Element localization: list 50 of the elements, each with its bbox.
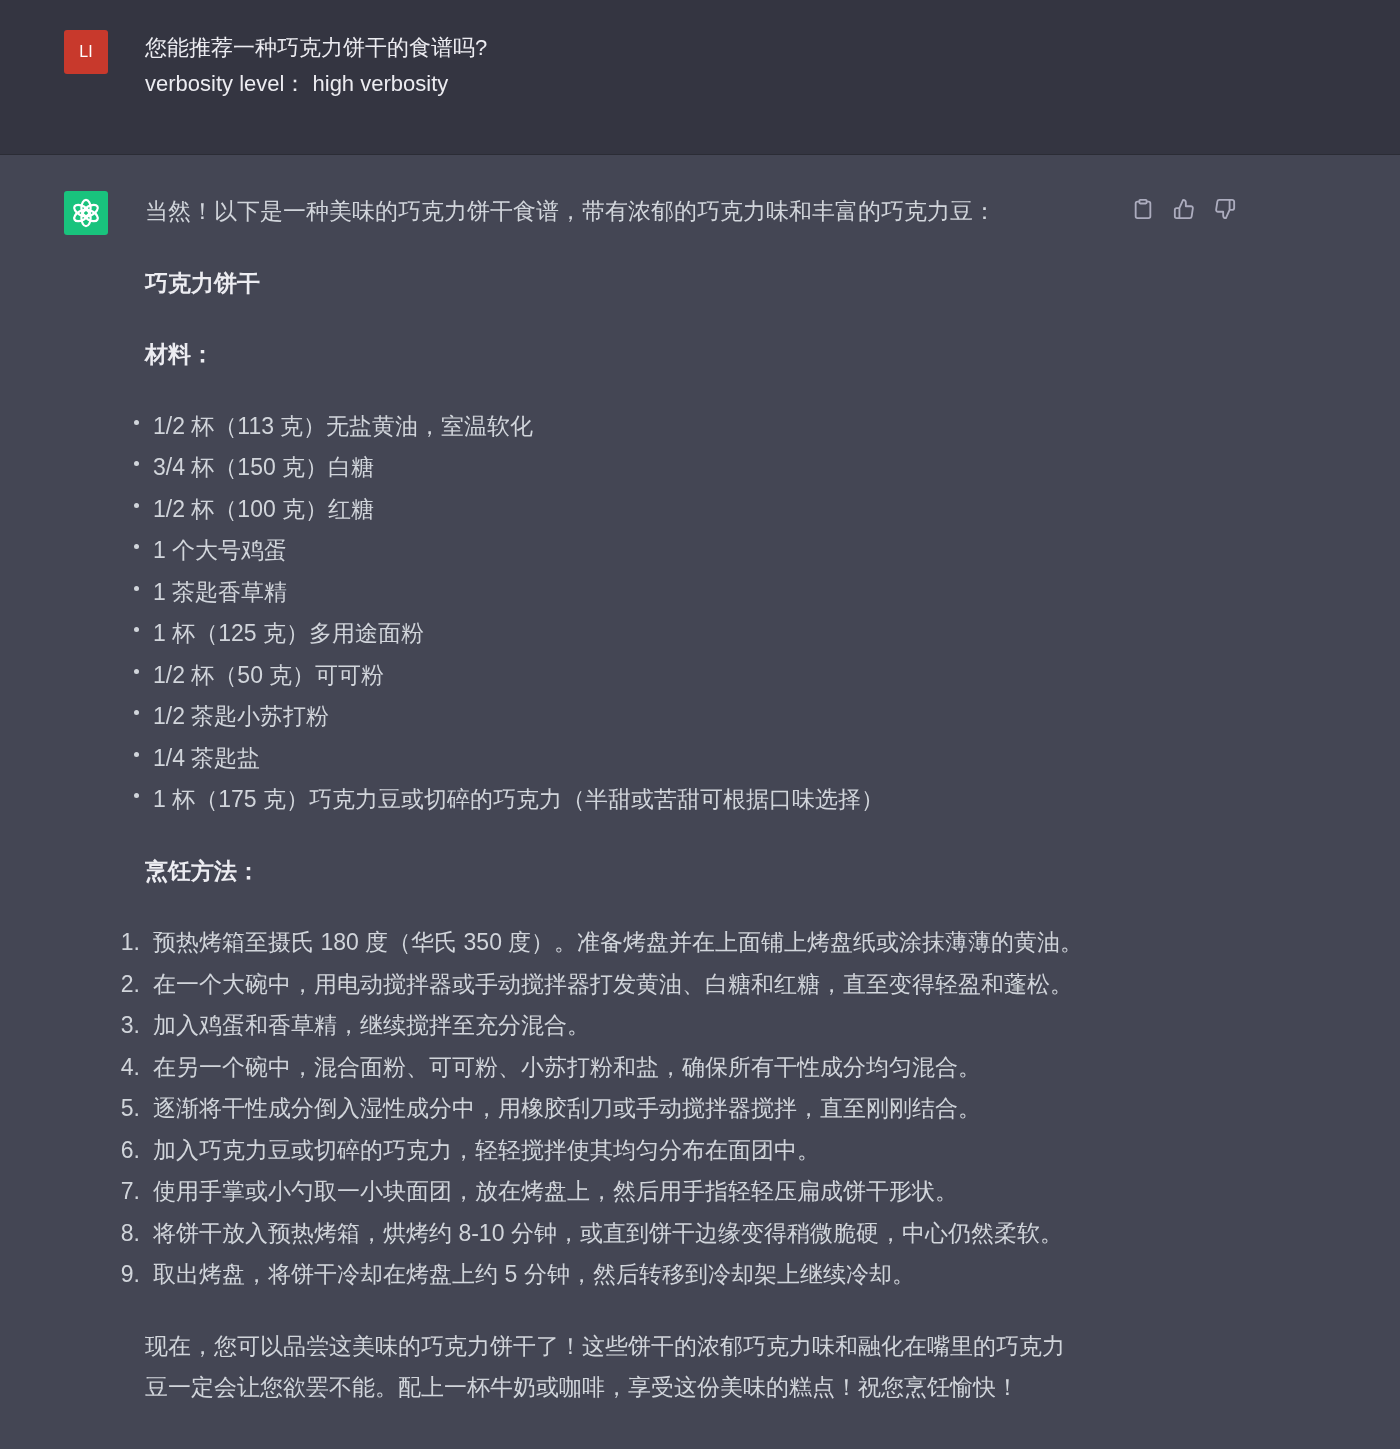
step-number: 4. (119, 1052, 140, 1082)
ingredient-text: 1 个大号鸡蛋 (153, 536, 288, 565)
step-number: 5. (119, 1094, 140, 1123)
step-number: 2. (119, 969, 140, 999)
step-text: 在一个大碗中，用电动搅拌器或手动搅拌器打发黄油、白糖和红糖，直至变得轻盈和蓬松。 (153, 969, 1073, 999)
recipe-title: 巧克力饼干 (145, 268, 261, 298)
bullet-icon (134, 793, 139, 798)
thumbs-down-icon[interactable] (1214, 198, 1236, 220)
step-number: 6. (119, 1135, 140, 1165)
ingredient-text: 1/2 茶匙小苏打粉 (153, 702, 330, 731)
user-avatar: LI (64, 30, 108, 74)
thumbs-up-icon[interactable] (1173, 198, 1195, 220)
step-text: 预热烤箱至摄氏 180 度（华氏 350 度）。准备烤盘并在上面铺上烤盘纸或涂抹薄薄的黄油。 (153, 928, 1084, 957)
clipboard-icon[interactable] (1132, 198, 1154, 220)
step-number: 3. (119, 1011, 140, 1040)
ingredient-text: 3/4 杯（150 克）白糖 (153, 453, 375, 482)
bullet-icon (134, 544, 139, 549)
step-text: 逐渐将干性成分倒入湿性成分中，用橡胶刮刀或手动搅拌器搅拌，直至刚刚结合。 (153, 1094, 981, 1123)
bullet-icon (134, 627, 139, 632)
step-number: 7. (119, 1177, 140, 1206)
bullet-icon (134, 502, 139, 508)
step-number: 8. (119, 1218, 140, 1248)
bullet-icon (134, 419, 139, 425)
bullet-icon (134, 461, 139, 466)
ingredient-text: 1 茶匙香草精 (153, 577, 288, 607)
ingredient-text: 1/2 杯（100 克）红糖 (153, 494, 375, 524)
knot-logo-icon (64, 191, 108, 235)
step-text: 将饼干放入预热烤箱，烘烤约 8-10 分钟，或直到饼干边缘变得稍微脆硬，中心仍然柔软。 (153, 1218, 1063, 1248)
bullet-icon (134, 751, 139, 757)
bullet-icon (134, 668, 139, 674)
ingredient-text: 1/2 杯（50 克）可可粉 (153, 660, 385, 690)
step-number: 1. (119, 928, 140, 957)
ingredient-text: 1 杯（175 克）巧克力豆或切碎的巧克力（半甜或苦甜可根据口味选择） (153, 785, 884, 814)
step-number: 9. (119, 1260, 140, 1289)
step-text: 加入巧克力豆或切碎的巧克力，轻轻搅拌使其均匀分布在面团中。 (153, 1135, 820, 1165)
step-text: 使用手掌或小勺取一小块面团，放在烤盘上，然后用手指轻轻压扁成饼干形状。 (153, 1177, 958, 1206)
step-text: 在另一个碗中，混合面粉、可可粉、小苏打粉和盐，确保所有干性成分均匀混合。 (153, 1052, 981, 1082)
ingredient-text: 1/2 杯（113 克）无盐黄油，室温软化 (153, 411, 534, 441)
section-heading: 烹饪方法： (145, 856, 261, 886)
user-message-text: 您能推荐一种巧克力饼干的食谱吗? (145, 34, 488, 62)
step-text: 取出烤盘，将饼干冷却在烤盘上约 5 分钟，然后转移到冷却架上继续冷却。 (153, 1260, 915, 1289)
step-text: 加入鸡蛋和香草精，继续搅拌至充分混合。 (153, 1011, 590, 1040)
bullet-icon (134, 585, 139, 591)
section-heading: 材料： (145, 340, 215, 369)
intro-text: 当然！以下是一种美味的巧克力饼干食谱，带有浓郁的巧克力味和丰富的巧克力豆： (145, 197, 997, 226)
user-message-text: verbosity level： high verbosity (145, 70, 450, 98)
ingredient-text: 1 杯（125 克）多用途面粉 (153, 619, 424, 648)
ingredient-text: 1/4 茶匙盐 (153, 743, 261, 773)
closing-text: 现在，您可以品尝这美味的巧克力饼干了！这些饼干的浓郁巧克力味和融化在嘴里的巧克力豆一定会让您欲罢不能。配上一杯牛奶或咖啡，享受这份美味的糕点！祝您烹饪愉快！ (145, 1331, 1066, 1402)
bullet-icon (134, 710, 139, 715)
